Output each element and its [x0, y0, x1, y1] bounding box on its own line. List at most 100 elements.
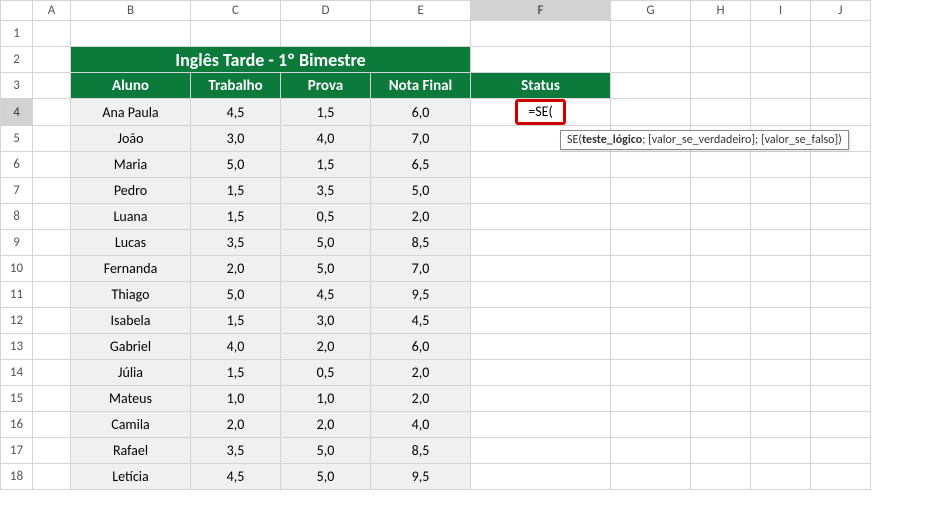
cell-trabalho[interactable]: 4,0 [191, 334, 281, 360]
cell[interactable] [611, 73, 691, 99]
col-header-J[interactable]: J [811, 1, 871, 21]
cell-prova[interactable]: 1,5 [281, 99, 371, 126]
cell-status[interactable] [471, 334, 611, 360]
cell[interactable] [191, 21, 281, 47]
cell-status[interactable] [471, 464, 611, 490]
cell-nota[interactable]: 8,5 [371, 438, 471, 464]
cell[interactable] [33, 282, 71, 308]
col-header-A[interactable]: A [33, 1, 71, 21]
cell[interactable] [611, 21, 691, 47]
cell[interactable] [33, 334, 71, 360]
cell[interactable] [751, 204, 811, 230]
cell[interactable] [691, 256, 751, 282]
cell-nota[interactable]: 2,0 [371, 360, 471, 386]
cell[interactable] [691, 308, 751, 334]
cell-prova[interactable]: 5,0 [281, 256, 371, 282]
cell-status[interactable] [471, 308, 611, 334]
cell-aluno[interactable]: Isabela [71, 308, 191, 334]
cell[interactable] [751, 334, 811, 360]
cell[interactable] [811, 73, 871, 99]
cell[interactable] [611, 47, 691, 73]
cell-nota[interactable]: 9,5 [371, 282, 471, 308]
cell[interactable] [811, 438, 871, 464]
cell-aluno[interactable]: Thiago [71, 282, 191, 308]
cell-trabalho[interactable]: 1,5 [191, 360, 281, 386]
row-header-11[interactable]: 11 [1, 282, 33, 308]
cell-nota[interactable]: 4,5 [371, 308, 471, 334]
cell-aluno[interactable]: Rafael [71, 438, 191, 464]
cell-prova[interactable]: 2,0 [281, 412, 371, 438]
cell[interactable] [751, 256, 811, 282]
row-header-5[interactable]: 5 [1, 126, 33, 152]
cell[interactable] [751, 412, 811, 438]
cell-nota[interactable]: 8,5 [371, 230, 471, 256]
cell-nota[interactable]: 4,0 [371, 412, 471, 438]
cell-aluno[interactable]: Camila [71, 412, 191, 438]
spreadsheet-grid[interactable]: ABCDEFGHIJ12Inglês Tarde - 1º Bimestre3A… [0, 0, 871, 490]
cell-aluno[interactable]: Luana [71, 204, 191, 230]
cell[interactable] [611, 256, 691, 282]
cell[interactable] [811, 178, 871, 204]
cell[interactable] [751, 178, 811, 204]
cell-trabalho[interactable]: 3,0 [191, 126, 281, 152]
col-header-aluno[interactable]: Aluno [71, 73, 191, 99]
select-all-corner[interactable] [1, 1, 33, 21]
cell[interactable] [751, 230, 811, 256]
cell-nota[interactable]: 6,0 [371, 334, 471, 360]
cell[interactable] [471, 47, 611, 73]
cell-prova[interactable]: 1,0 [281, 386, 371, 412]
col-header-B[interactable]: B [71, 1, 191, 21]
cell[interactable] [691, 464, 751, 490]
cell[interactable] [811, 412, 871, 438]
row-header-17[interactable]: 17 [1, 438, 33, 464]
cell[interactable] [33, 438, 71, 464]
row-header-14[interactable]: 14 [1, 360, 33, 386]
cell-aluno[interactable]: Gabriel [71, 334, 191, 360]
cell[interactable] [691, 386, 751, 412]
cell[interactable] [33, 21, 71, 47]
cell[interactable] [33, 73, 71, 99]
formula-input[interactable]: =SE( [515, 99, 566, 125]
cell[interactable] [751, 47, 811, 73]
cell-aluno[interactable]: Fernanda [71, 256, 191, 282]
cell[interactable] [811, 308, 871, 334]
col-header-trabalho[interactable]: Trabalho [191, 73, 281, 99]
cell[interactable] [691, 178, 751, 204]
cell[interactable] [691, 412, 751, 438]
cell-status[interactable] [471, 438, 611, 464]
cell[interactable] [751, 282, 811, 308]
cell[interactable] [811, 99, 871, 126]
cell-aluno[interactable]: Ana Paula [71, 99, 191, 126]
cell[interactable] [611, 412, 691, 438]
cell-nota[interactable]: 2,0 [371, 204, 471, 230]
cell[interactable] [611, 152, 691, 178]
cell-trabalho[interactable]: 1,5 [191, 308, 281, 334]
row-header-10[interactable]: 10 [1, 256, 33, 282]
cell-aluno[interactable]: João [71, 126, 191, 152]
col-header-C[interactable]: C [191, 1, 281, 21]
cell[interactable] [471, 21, 611, 47]
cell-prova[interactable]: 5,0 [281, 464, 371, 490]
cell-prova[interactable]: 0,5 [281, 360, 371, 386]
table-title[interactable]: Inglês Tarde - 1º Bimestre [71, 47, 471, 73]
cell-trabalho[interactable]: 4,5 [191, 99, 281, 126]
cell[interactable] [811, 282, 871, 308]
cell-aluno[interactable]: Maria [71, 152, 191, 178]
cell[interactable] [751, 438, 811, 464]
cell-nota[interactable]: 2,0 [371, 386, 471, 412]
cell[interactable] [611, 464, 691, 490]
col-header-D[interactable]: D [281, 1, 371, 21]
cell-trabalho[interactable]: 1,5 [191, 178, 281, 204]
cell[interactable] [691, 282, 751, 308]
cell-prova[interactable]: 5,0 [281, 438, 371, 464]
cell[interactable] [611, 178, 691, 204]
cell[interactable] [691, 360, 751, 386]
row-header-4[interactable]: 4 [1, 99, 33, 126]
cell-nota[interactable]: 7,0 [371, 126, 471, 152]
cell-aluno[interactable]: Letícia [71, 464, 191, 490]
cell[interactable] [611, 438, 691, 464]
row-header-3[interactable]: 3 [1, 73, 33, 99]
cell[interactable] [691, 152, 751, 178]
cell[interactable] [33, 152, 71, 178]
cell[interactable] [33, 386, 71, 412]
